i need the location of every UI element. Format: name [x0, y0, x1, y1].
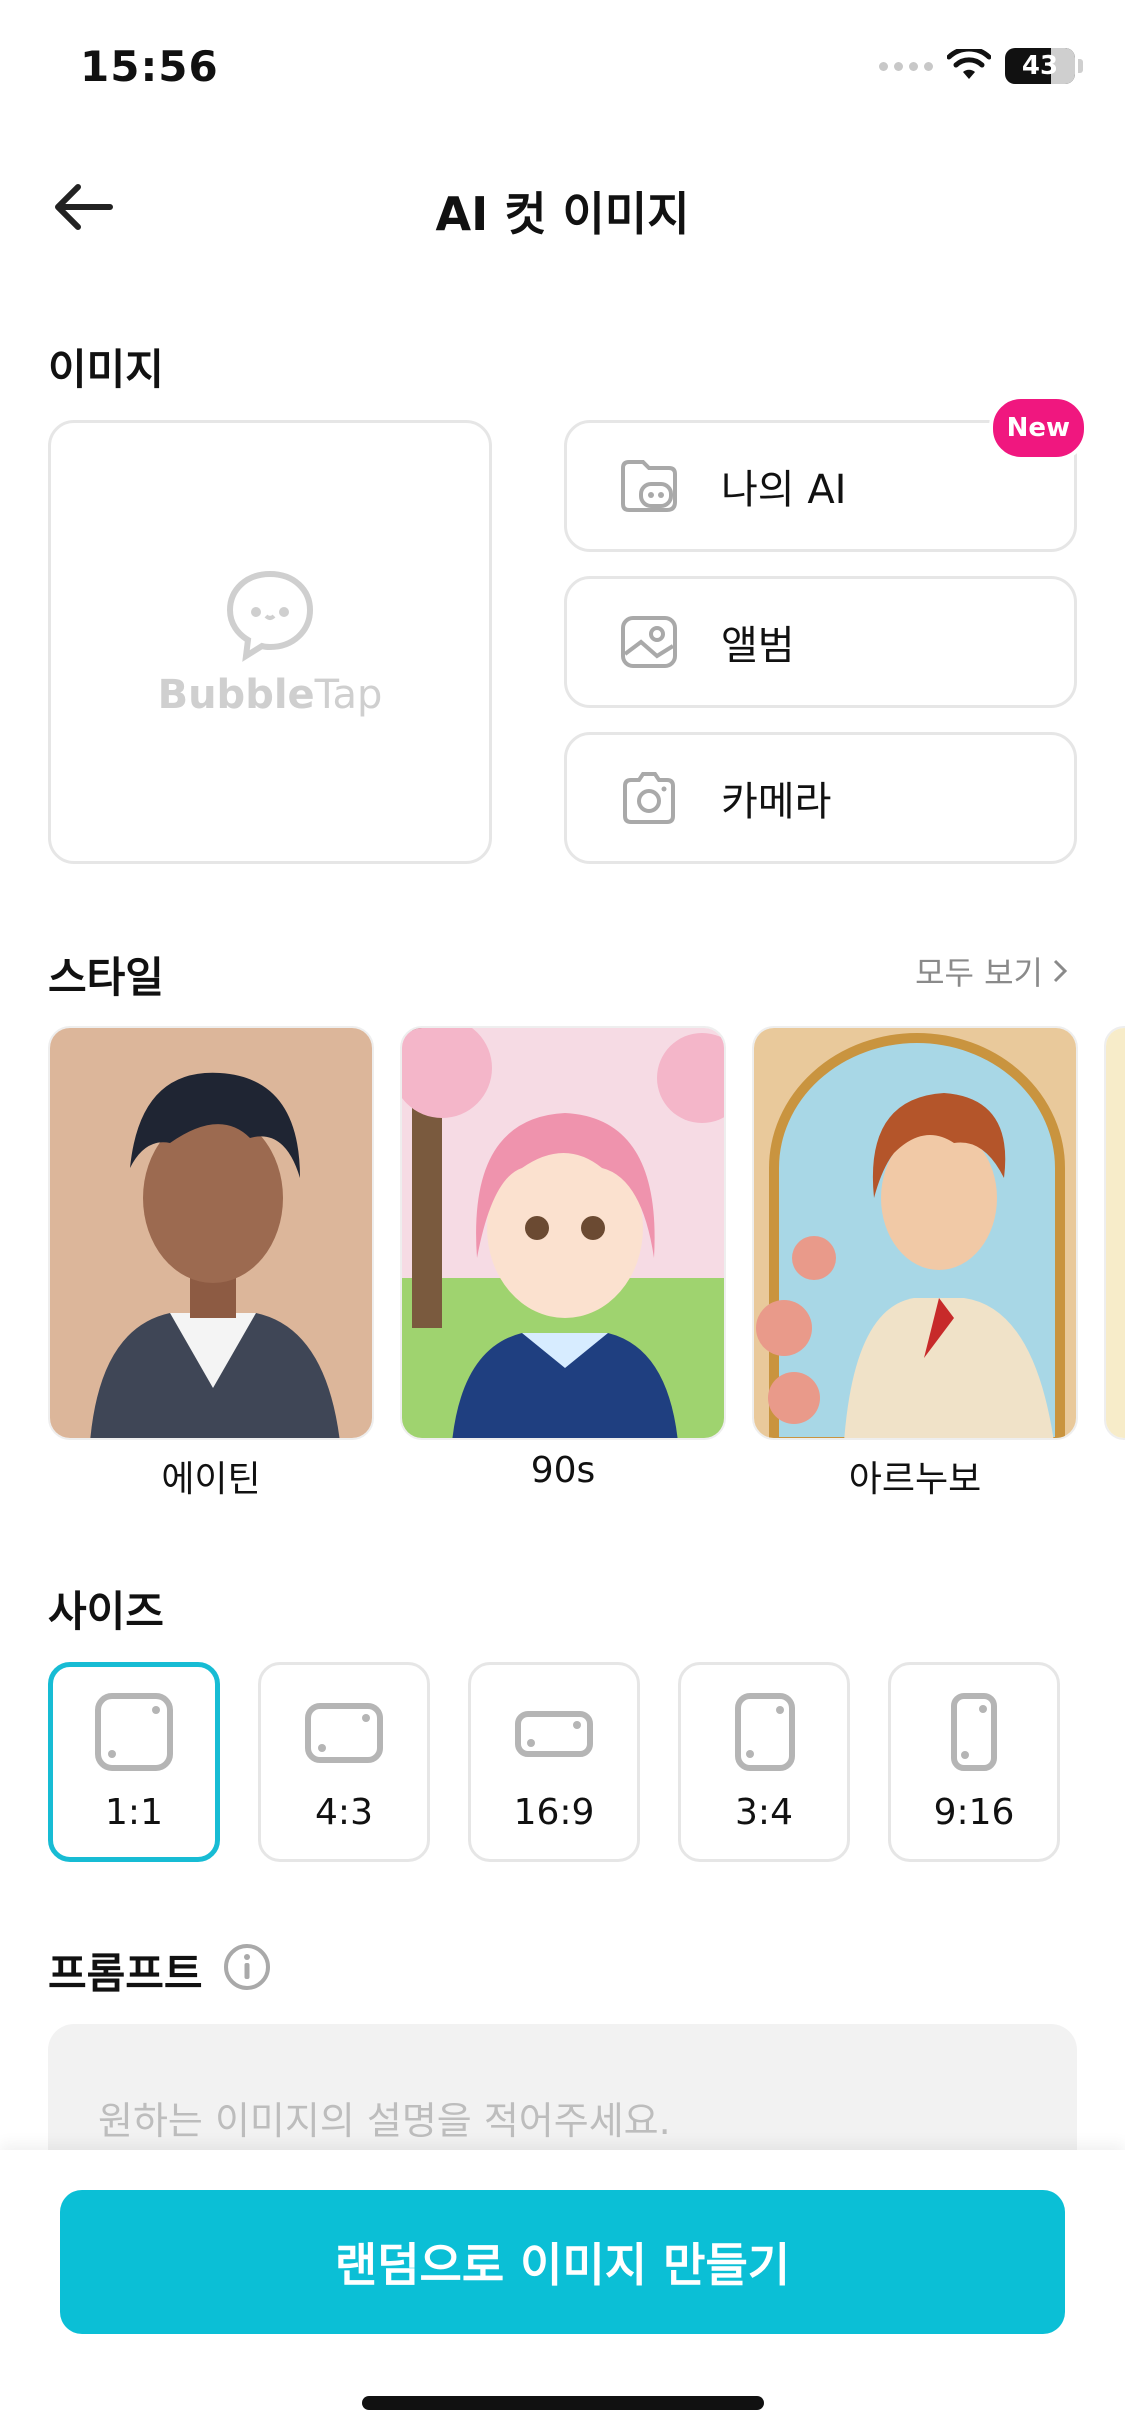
- aspect-16-9-icon: [515, 1710, 593, 1757]
- style-label-90s: 90s: [530, 1450, 596, 1491]
- size-option-9-16[interactable]: 9:16: [888, 1662, 1060, 1862]
- style-art-nouveau-thumbnail: [754, 1028, 1076, 1438]
- prompt-section-label: 프롬프트: [48, 1949, 203, 1998]
- my-ai-label: 나의 AI: [721, 467, 847, 513]
- image-icon: [621, 616, 677, 668]
- style-eighteen-thumbnail: [50, 1028, 372, 1438]
- see-all-link[interactable]: 모두 보기: [915, 948, 1069, 994]
- aspect-square-icon: [95, 1692, 173, 1771]
- style-card-art-nouveau[interactable]: [752, 1026, 1078, 1440]
- status-icons: 43: [879, 48, 1083, 84]
- album-button[interactable]: 앨범: [564, 576, 1077, 708]
- home-indicator: [362, 2396, 764, 2410]
- signal-icon: [879, 61, 933, 71]
- style-section-label: 스타일: [48, 953, 164, 1002]
- style-90s-thumbnail: [402, 1028, 724, 1438]
- aspect-4-3-icon: [305, 1702, 383, 1763]
- my-ai-button[interactable]: 나의 AI New: [564, 395, 1088, 552]
- size-option-4-3[interactable]: 4:3: [258, 1662, 430, 1862]
- style-label-art-nouveau: 아르누보: [848, 1459, 982, 1500]
- aspect-9-16-icon: [951, 1692, 997, 1771]
- aspect-3-4-icon: [735, 1692, 795, 1771]
- camera-button[interactable]: 카메라: [564, 732, 1077, 864]
- image-preview[interactable]: BubbleTap: [48, 420, 492, 864]
- prompt-placeholder: 원하는 이미지의 설명을 적어주세요.: [98, 2099, 671, 2143]
- page-title: AI 컷 이미지: [435, 187, 690, 241]
- size-option-1-1[interactable]: 1:1: [48, 1662, 220, 1862]
- size-label: 4:3: [315, 1791, 373, 1833]
- cta-label: 랜덤으로 이미지 만들기: [334, 2238, 791, 2292]
- random-create-button[interactable]: 랜덤으로 이미지 만들기: [60, 2190, 1065, 2334]
- size-label: 16:9: [513, 1791, 595, 1833]
- album-label: 앨범: [721, 623, 795, 669]
- chat-bubble-icon: [226, 570, 314, 662]
- see-all-label: 모두 보기: [915, 954, 1043, 992]
- brand-logo: BubbleTap: [157, 672, 383, 718]
- style-label-eighteen: 에이틴: [161, 1459, 261, 1500]
- status-time: 15:56: [80, 42, 219, 91]
- style-card-partial[interactable]: [1104, 1026, 1125, 1440]
- size-option-3-4[interactable]: 3:4: [678, 1662, 850, 1862]
- image-section-label: 이미지: [48, 345, 164, 394]
- size-option-16-9[interactable]: 16:9: [468, 1662, 640, 1862]
- info-icon[interactable]: [222, 1942, 272, 1992]
- style-card-90s[interactable]: [400, 1026, 726, 1440]
- camera-label: 카메라: [721, 779, 832, 825]
- size-section-label: 사이즈: [48, 1587, 164, 1636]
- camera-icon: [623, 772, 675, 824]
- style-card-eighteen[interactable]: [48, 1026, 374, 1440]
- battery-level: 43: [1021, 51, 1059, 81]
- battery-icon: 43: [1005, 48, 1075, 84]
- wifi-icon: [947, 49, 991, 79]
- chevron-right-icon: [1053, 959, 1068, 983]
- size-label: 1:1: [105, 1791, 163, 1833]
- size-label: 3:4: [735, 1791, 793, 1833]
- style-partial-thumbnail: [1106, 1028, 1125, 1438]
- size-label: 9:16: [933, 1791, 1015, 1833]
- new-badge: New: [988, 395, 1088, 461]
- folder-face-icon: [621, 460, 677, 512]
